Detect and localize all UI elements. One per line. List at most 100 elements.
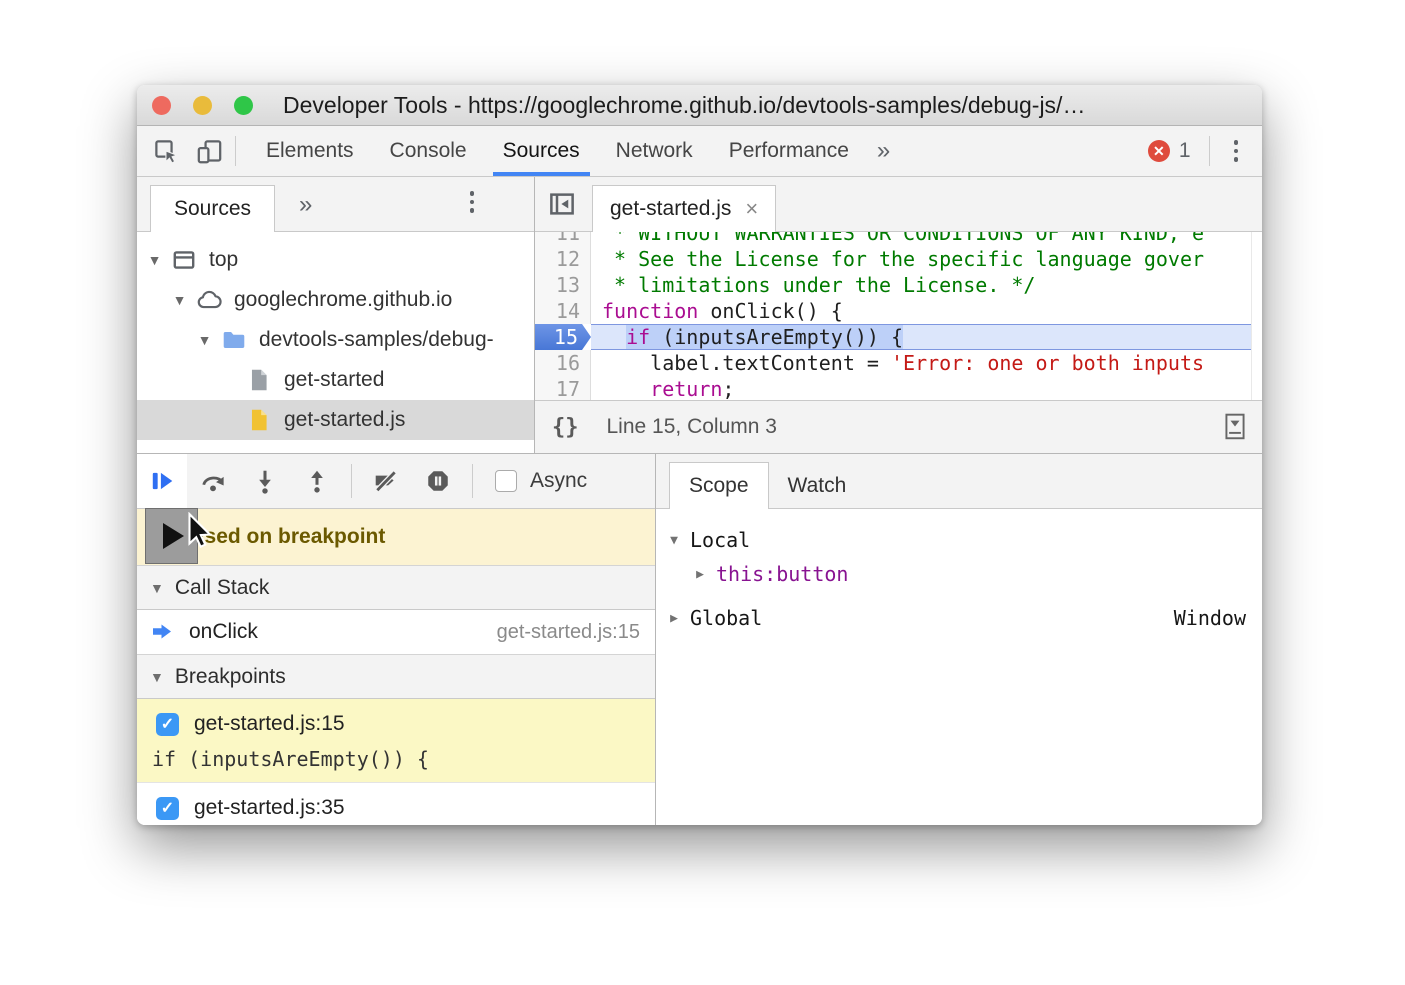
scope-item-local[interactable]: ▼ Local [656,523,1262,557]
collapsed-twisty-icon[interactable]: ▶ [692,567,708,582]
tab-network[interactable]: Network [598,126,711,176]
collapsed-twisty-icon[interactable]: ▶ [666,611,682,626]
kebab-menu-icon[interactable] [1222,140,1263,162]
tree-item-top[interactable]: ▼ top [137,240,534,280]
scope-item-this[interactable]: ▶this: button [682,557,1262,591]
step-into-icon[interactable] [252,468,278,494]
breakpoint-location: get-started.js:15 [194,712,345,736]
tab-console[interactable]: Console [372,126,485,176]
tree-item-label: top [209,248,238,272]
drawer-toggle-icon[interactable] [1222,412,1248,442]
desktop-background: Developer Tools - https://googlechrome.g… [0,0,1405,985]
code-line[interactable]: 11 * WITHOUT WARRANTIES OR CONDITIONS OF… [535,232,1262,246]
deactivate-breakpoints-icon[interactable] [373,468,399,494]
scope-section-label: Local [690,528,750,552]
toolbar-divider [235,136,236,166]
scope-tab-bar: Scope Watch [656,454,1262,509]
close-window-button[interactable] [152,96,171,115]
js-file-icon [246,407,272,433]
editor-scrollbar[interactable] [1251,232,1262,400]
tab-elements[interactable]: Elements [248,126,372,176]
call-stack-frame[interactable]: onClick get-started.js:15 [137,610,655,654]
execution-line-badge[interactable]: 15 [535,324,591,350]
scope-item-global[interactable]: ▶GlobalWindow [656,601,1262,635]
scope-section-label: Global [690,606,762,630]
breakpoint-snippet: if (inputsAreEmpty()) { [152,747,655,771]
code-line[interactable]: 13 * limitations under the License. */ [535,272,1262,298]
devtools-window: Developer Tools - https://googlechrome.g… [137,85,1262,825]
tree-item-label: googlechrome.github.io [234,288,452,312]
code-line[interactable]: 12 * See the License for the specific la… [535,246,1262,272]
breakpoint-entry[interactable]: ✓ get-started.js:15 if (inputsAreEmpty()… [137,699,655,783]
expanded-twisty-icon[interactable]: ▼ [172,292,187,308]
inspect-icon[interactable] [153,138,180,165]
scope-watch-pane: Scope Watch ▼Local▶this: button▶GlobalWi… [656,454,1262,825]
breakpoint-entry[interactable]: ✓ get-started.js:35 [137,783,655,825]
line-number[interactable]: 11 [535,232,591,246]
code-editor[interactable]: 11 * WITHOUT WARRANTIES OR CONDITIONS OF… [535,232,1262,400]
code-line[interactable]: 16 label.textContent = 'Error: one or bo… [535,350,1262,376]
tab-scope[interactable]: Scope [669,462,769,509]
resume-button[interactable] [137,454,187,508]
error-badge[interactable]: ✕ 1 [1148,139,1191,163]
line-number[interactable]: 17 [535,376,591,400]
code-text: * See the License for the specific langu… [591,246,1262,272]
tab-watch[interactable]: Watch [769,462,866,509]
debugger-pane: Async Paused on breakpoint ▼ Call Stack [137,454,656,825]
pretty-print-icon[interactable]: {} [552,415,579,440]
tree-item-get-started[interactable]: get-started [137,360,534,400]
breakpoint-checkbox-checked[interactable]: ✓ [156,713,179,736]
expanded-twisty-icon[interactable]: ▼ [666,533,682,548]
file-tree: ▼ top ▼ googlechrome.github.io ▼devtools-sam… [137,232,534,440]
step-out-icon[interactable] [304,468,330,494]
code-line-current[interactable]: 15 if (inputsAreEmpty()) { [535,324,1262,350]
navigator-kebab-menu-icon[interactable] [458,191,499,213]
zoom-window-button[interactable] [234,96,253,115]
minimize-window-button[interactable] [193,96,212,115]
line-number[interactable]: 13 [535,272,591,298]
code-line[interactable]: 17 return; [535,376,1262,400]
async-checkbox[interactable] [495,470,517,492]
frame-function-name: onClick [189,620,258,644]
sources-upper-area: Sources » ▼ top ▼ googlechrome.github.io ▼de… [137,177,1262,453]
editor-tab-get-started-js[interactable]: get-started.js × [592,185,776,232]
tree-item-label: get-started [284,368,384,392]
tree-item-devtools-samples-debug-[interactable]: ▼devtools-samples/debug- [137,320,534,360]
editor-tab-label: get-started.js [610,197,731,221]
line-number[interactable]: 12 [535,246,591,272]
code-text: function onClick() { [591,298,1262,324]
editor-pane: get-started.js × 11 * WITHOUT WARRANTIES… [535,177,1262,453]
tab-performance[interactable]: Performance [711,126,867,176]
traffic-lights [152,96,253,115]
pause-on-exceptions-icon[interactable] [425,468,451,494]
line-number[interactable]: 16 [535,350,591,376]
sources-lower-area: Async Paused on breakpoint ▼ Call Stack [137,453,1262,825]
expanded-twisty-icon: ▼ [150,580,164,596]
expanded-twisty-icon[interactable]: ▼ [197,332,212,348]
folder-icon [221,327,247,353]
async-label: Async [530,469,587,493]
call-stack-header[interactable]: ▼ Call Stack [137,565,655,610]
tree-item-googlechrome-github-io[interactable]: ▼ googlechrome.github.io [137,280,534,320]
step-over-icon[interactable] [200,468,226,494]
close-tab-icon[interactable]: × [745,198,758,220]
panel-tabs: ElementsConsoleSourcesNetworkPerformance [248,126,867,176]
navigator-more-tabs-button[interactable]: » [299,191,312,219]
breakpoint-checkbox-checked[interactable]: ✓ [156,797,179,820]
tab-sources[interactable]: Sources [485,126,598,176]
editor-status-bar: {} Line 15, Column 3 [535,400,1262,453]
file-icon [246,367,272,393]
more-panels-button[interactable]: » [867,137,900,165]
device-toolbar-icon[interactable] [196,138,223,165]
breakpoints-header[interactable]: ▼ Breakpoints [137,654,655,699]
code-line[interactable]: 14function onClick() { [535,298,1262,324]
hide-navigator-icon[interactable] [547,189,577,219]
code-text: label.textContent = 'Error: one or both … [591,350,1262,376]
property-value: button [776,562,848,586]
line-number[interactable]: 14 [535,298,591,324]
expanded-twisty-icon[interactable]: ▼ [147,252,162,268]
tree-item-get-started-js[interactable]: get-started.js [137,400,534,440]
code-text: * limitations under the License. */ [591,272,1262,298]
navigator-tab-sources[interactable]: Sources [150,185,275,232]
cursor-position: Line 15, Column 3 [607,415,777,439]
